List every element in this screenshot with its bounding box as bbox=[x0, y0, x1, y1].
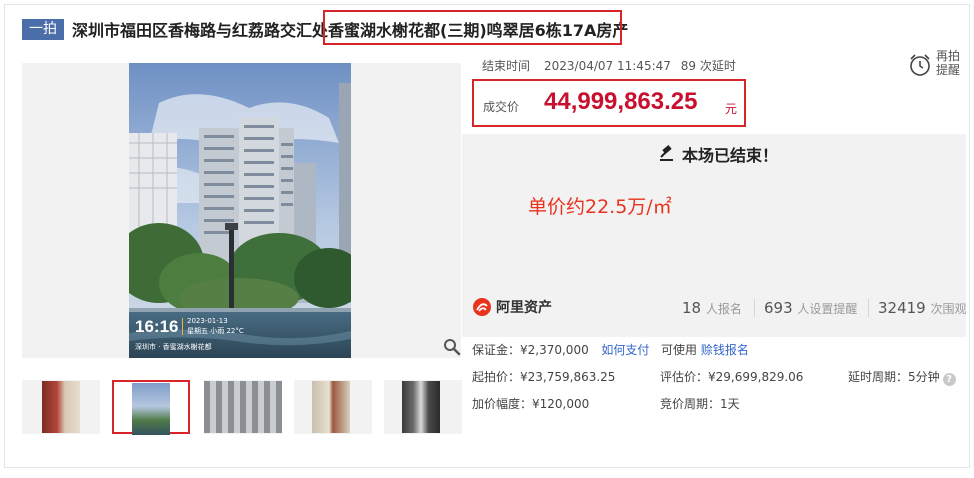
credit-signup-link[interactable]: 赊钱报名 bbox=[701, 343, 749, 357]
ali-assets-logo-icon bbox=[473, 298, 491, 316]
appraisal-price: 评估价：¥29,699,829.06 bbox=[660, 370, 804, 384]
thumbnail-strip bbox=[22, 380, 462, 436]
final-price-value: 44,999,863.25 bbox=[544, 88, 698, 115]
photo-weather-stamp: 星期五 小雨 22°C bbox=[187, 327, 244, 335]
thumbnail-image bbox=[204, 381, 282, 433]
deposit-text: 保证金：¥2,370,000 bbox=[472, 343, 589, 357]
start-price: 起拍价：¥23,759,863.25 bbox=[472, 370, 616, 384]
end-time-row: 结束时间 2023/04/07 11:45:47 89 次延时 bbox=[482, 57, 736, 74]
thumbnail-3[interactable] bbox=[204, 380, 282, 434]
gavel-icon bbox=[660, 145, 673, 161]
can-use-text: 可使用 bbox=[661, 343, 698, 357]
thumbnail-image bbox=[312, 381, 350, 433]
photo-location-stamp: 深圳市 · 香蜜湖水榭花都 bbox=[135, 343, 212, 351]
main-photo-viewer[interactable]: 16:16 2023-01-13 星期五 小雨 22°C 深圳市 · 香蜜湖水榭… bbox=[22, 63, 461, 358]
property-photo: 16:16 2023-01-13 星期五 小雨 22°C 深圳市 · 香蜜湖水榭… bbox=[129, 63, 351, 358]
delay-count: 89 bbox=[680, 59, 696, 73]
title-highlight-annotation bbox=[323, 10, 622, 45]
end-time-value: 2023/04/07 11:45:47 bbox=[544, 59, 671, 73]
delay-period-row: 延时周期：5分钟? bbox=[848, 368, 956, 386]
help-icon[interactable]: ? bbox=[942, 373, 956, 386]
photo-date-stamp: 2023-01-13 bbox=[187, 317, 228, 325]
end-time-label: 结束时间 bbox=[482, 59, 531, 73]
unit-price-note: 单价约22.5万/㎡ bbox=[528, 196, 672, 218]
final-price-label: 成交价 bbox=[483, 100, 520, 114]
reminder-count: 693 人设置提醒 bbox=[764, 299, 858, 317]
deposit-row: 保证金：¥2,370,000 如何支付 可使用 赊钱报名 bbox=[472, 341, 749, 358]
final-price-unit: 元 bbox=[725, 102, 738, 116]
stats-row: 阿里资产 18 人报名 693 人设置提醒 32419 次围观 bbox=[472, 296, 967, 320]
view-count: 32419 次围观 bbox=[878, 299, 967, 317]
thumbnail-image bbox=[42, 381, 80, 433]
reminder-label-line2: 提醒 bbox=[936, 63, 961, 77]
zoom-icon[interactable] bbox=[443, 338, 461, 356]
photo-time-stamp: 16:16 bbox=[135, 317, 179, 336]
thumbnail-image bbox=[132, 383, 170, 435]
final-price-box: 成交价 44,999,863.25 元 bbox=[472, 79, 746, 127]
thumbnail-4[interactable] bbox=[294, 380, 372, 434]
reminder-label-line1: 再拍 bbox=[936, 49, 961, 63]
bidding-period: 竞价周期：1天 bbox=[660, 397, 740, 411]
stat-divider bbox=[754, 299, 755, 317]
ali-assets-logo-text: 阿里资产 bbox=[496, 300, 552, 316]
signup-count: 18 人报名 bbox=[682, 299, 742, 317]
ali-assets-logo: 阿里资产 bbox=[472, 297, 552, 317]
how-to-pay-link[interactable]: 如何支付 bbox=[601, 343, 649, 357]
bid-increment: 加价幅度：¥120,000 bbox=[472, 397, 590, 411]
alarm-clock-icon bbox=[910, 54, 930, 76]
delay-period: 延时周期：5分钟 bbox=[848, 370, 940, 384]
auction-type-tag: 一拍 bbox=[22, 18, 64, 40]
auction-ended-text: 本场已结束！ bbox=[682, 146, 779, 165]
delay-label: 次延时 bbox=[699, 59, 736, 73]
thumbnail-image bbox=[402, 381, 440, 433]
thumbnail-5[interactable] bbox=[384, 380, 462, 434]
re-auction-reminder-button[interactable]: 再拍 提醒 bbox=[906, 48, 964, 80]
thumbnail-1[interactable] bbox=[22, 380, 100, 434]
thumbnail-2-selected[interactable] bbox=[112, 380, 190, 435]
stat-divider bbox=[868, 299, 869, 317]
photo-stamp-divider bbox=[182, 318, 183, 335]
